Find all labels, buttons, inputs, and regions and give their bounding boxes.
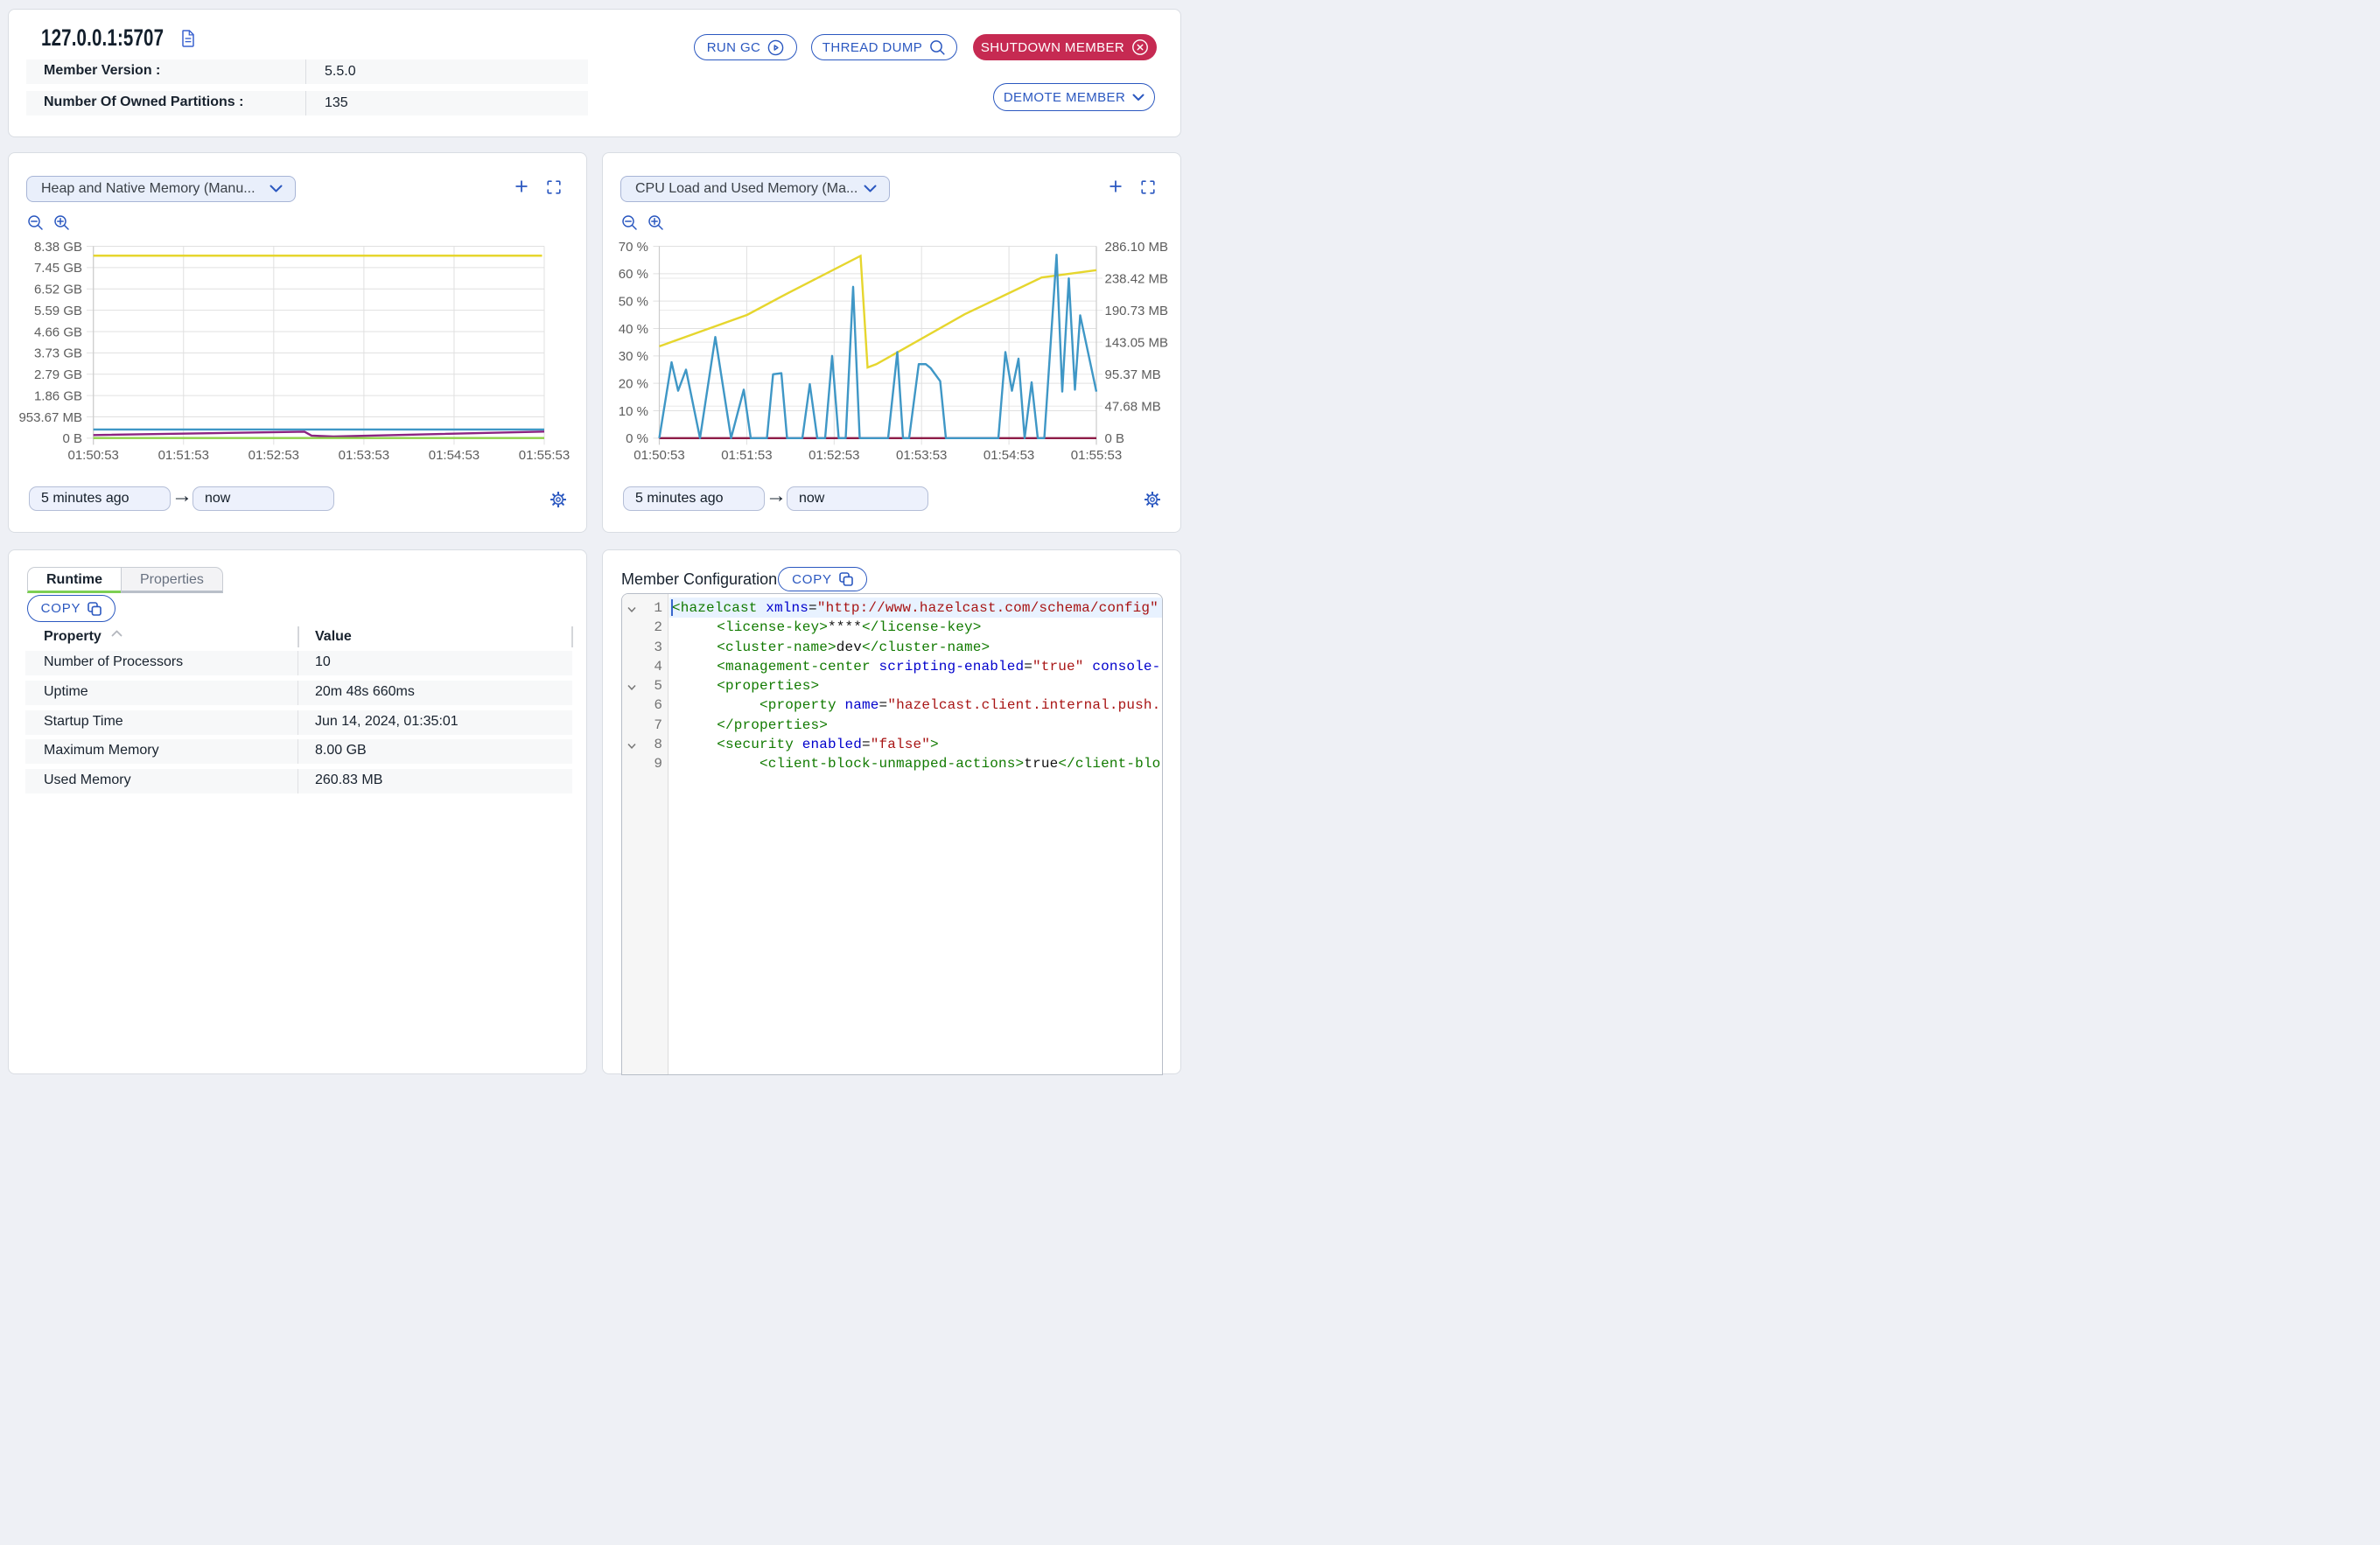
svg-text:01:50:53: 01:50:53 — [68, 448, 119, 463]
svg-text:01:51:53: 01:51:53 — [721, 448, 772, 463]
svg-text:01:51:53: 01:51:53 — [158, 448, 209, 463]
svg-text:7.45 GB: 7.45 GB — [34, 261, 82, 276]
svg-text:5.59 GB: 5.59 GB — [34, 304, 82, 318]
svg-text:95.37 MB: 95.37 MB — [1105, 367, 1161, 382]
svg-text:6.52 GB: 6.52 GB — [34, 283, 82, 297]
svg-text:40 %: 40 % — [619, 322, 648, 337]
svg-text:1.86 GB: 1.86 GB — [34, 388, 82, 403]
svg-text:3.73 GB: 3.73 GB — [34, 346, 82, 361]
svg-text:01:54:53: 01:54:53 — [429, 448, 480, 463]
svg-text:70 %: 70 % — [619, 240, 648, 255]
svg-text:190.73 MB: 190.73 MB — [1105, 304, 1169, 318]
svg-text:01:52:53: 01:52:53 — [808, 448, 859, 463]
svg-text:01:53:53: 01:53:53 — [896, 448, 947, 463]
svg-text:01:54:53: 01:54:53 — [984, 448, 1034, 463]
svg-text:4.66 GB: 4.66 GB — [34, 325, 82, 339]
svg-text:01:55:53: 01:55:53 — [519, 448, 570, 463]
svg-text:10 %: 10 % — [619, 404, 648, 419]
svg-text:60 %: 60 % — [619, 267, 648, 282]
svg-text:953.67 MB: 953.67 MB — [18, 410, 82, 425]
svg-text:30 %: 30 % — [619, 349, 648, 364]
svg-text:01:53:53: 01:53:53 — [339, 448, 389, 463]
svg-text:143.05 MB: 143.05 MB — [1105, 335, 1169, 350]
svg-text:0 B: 0 B — [1105, 431, 1125, 446]
svg-text:0 B: 0 B — [62, 431, 82, 446]
svg-text:286.10 MB: 286.10 MB — [1105, 240, 1169, 255]
svg-text:238.42 MB: 238.42 MB — [1105, 271, 1169, 286]
svg-text:20 %: 20 % — [619, 376, 648, 391]
svg-text:8.38 GB: 8.38 GB — [34, 240, 82, 255]
svg-text:50 %: 50 % — [619, 294, 648, 309]
svg-text:2.79 GB: 2.79 GB — [34, 367, 82, 382]
svg-text:01:52:53: 01:52:53 — [248, 448, 299, 463]
svg-text:47.68 MB: 47.68 MB — [1105, 400, 1161, 415]
svg-text:01:55:53: 01:55:53 — [1071, 448, 1122, 463]
svg-text:0 %: 0 % — [626, 431, 648, 446]
svg-text:01:50:53: 01:50:53 — [634, 448, 684, 463]
